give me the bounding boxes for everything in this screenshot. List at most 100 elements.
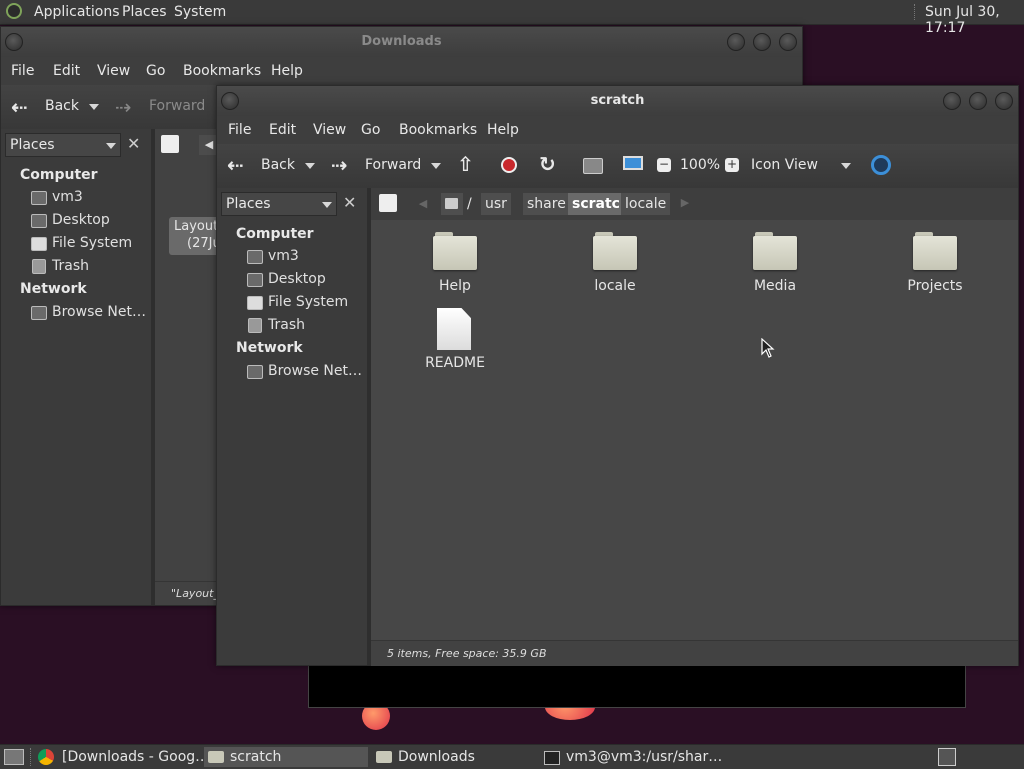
- close-button[interactable]: [779, 33, 797, 51]
- up-arrow-icon[interactable]: ⇧: [457, 152, 474, 176]
- back-button[interactable]: Back: [45, 98, 79, 114]
- file-name-locale[interactable]: locale: [555, 278, 675, 294]
- file-name-projects[interactable]: Projects: [875, 278, 995, 294]
- search-icon[interactable]: [871, 155, 891, 175]
- task-terminal[interactable]: vm3@vm3:/usr/shar…: [540, 747, 722, 767]
- sidebar-item-browse-network[interactable]: Browse Net…: [52, 304, 146, 320]
- task-scratch-active[interactable]: scratch: [204, 747, 368, 767]
- folder-icon[interactable]: [753, 232, 797, 270]
- places-dropdown[interactable]: Places: [221, 192, 337, 216]
- places-dropdown[interactable]: Places: [5, 133, 121, 157]
- computer-icon[interactable]: [623, 156, 643, 170]
- downloads-titlebar[interactable]: Downloads: [1, 27, 802, 57]
- sidebar-item-vm3[interactable]: vm3: [268, 248, 299, 264]
- desktop-icon: [247, 273, 263, 287]
- distro-logo-icon[interactable]: [6, 3, 22, 19]
- sidebar-item-browse-network[interactable]: Browse Net…: [268, 363, 362, 379]
- chevron-down-icon[interactable]: [305, 163, 315, 169]
- folder-icon[interactable]: [593, 232, 637, 270]
- back-arrow-icon[interactable]: ⇠: [11, 95, 28, 119]
- forward-button[interactable]: Forward: [149, 98, 205, 114]
- breadcrumb-left-icon[interactable]: ◀: [415, 194, 431, 214]
- zoom-in-icon[interactable]: +: [725, 158, 739, 172]
- chevron-down-icon[interactable]: [89, 104, 99, 110]
- back-button[interactable]: Back: [261, 157, 295, 173]
- back-arrow-icon[interactable]: ⇠: [227, 153, 244, 177]
- scratch-titlebar[interactable]: scratch: [217, 86, 1018, 116]
- home-icon[interactable]: [583, 158, 603, 174]
- mouse-cursor-icon: [761, 338, 775, 358]
- maximize-button[interactable]: [753, 33, 771, 51]
- trash-icon: [248, 318, 262, 333]
- trash-icon: [32, 259, 46, 274]
- crumb-locale[interactable]: locale: [621, 193, 671, 215]
- sidebar-item-file-system[interactable]: File System: [52, 235, 132, 251]
- view-mode-select[interactable]: Icon View: [751, 157, 818, 173]
- applications-menu[interactable]: Applications: [34, 4, 120, 20]
- sidebar-item-trash[interactable]: Trash: [268, 317, 305, 333]
- edit-location-icon[interactable]: [379, 194, 397, 212]
- clock[interactable]: Sun Jul 30, 17:17: [925, 4, 1024, 36]
- chevron-down-icon[interactable]: [431, 163, 441, 169]
- menu-help[interactable]: Help: [487, 122, 519, 138]
- workspace-switcher-icon[interactable]: [938, 748, 956, 766]
- file-name-help[interactable]: Help: [395, 278, 515, 294]
- crumb-share[interactable]: share: [523, 193, 570, 215]
- edit-location-icon[interactable]: [161, 135, 179, 153]
- show-desktop-icon[interactable]: [4, 749, 24, 765]
- reload-icon[interactable]: ↻: [539, 152, 556, 176]
- menu-bookmarks[interactable]: Bookmarks: [399, 122, 477, 138]
- minimize-button[interactable]: [943, 92, 961, 110]
- terminal-window-background[interactable]: [308, 660, 966, 708]
- task-downloads[interactable]: Downloads: [372, 747, 536, 767]
- downloads-sidebar: Places ✕ Computer vm3 Desktop File Syste…: [1, 129, 151, 605]
- file-name-media[interactable]: Media: [715, 278, 835, 294]
- forward-arrow-icon[interactable]: ⇢: [115, 95, 132, 119]
- breadcrumb-right-icon[interactable]: ▶: [677, 193, 693, 213]
- menu-file[interactable]: File: [11, 63, 34, 79]
- chevron-down-icon[interactable]: [841, 163, 851, 169]
- maximize-button[interactable]: [969, 92, 987, 110]
- menu-edit[interactable]: Edit: [269, 122, 296, 138]
- minimize-button[interactable]: [727, 33, 745, 51]
- menu-go[interactable]: Go: [146, 63, 165, 79]
- close-sidebar-icon[interactable]: ✕: [343, 193, 356, 212]
- crumb-usr[interactable]: usr: [481, 193, 511, 215]
- forward-button[interactable]: Forward: [365, 157, 421, 173]
- root-crumb[interactable]: [441, 193, 463, 215]
- crumb-root[interactable]: /: [463, 193, 476, 215]
- file-item-layout[interactable]: Layout_ (27Ju: [169, 217, 225, 255]
- menu-file[interactable]: File: [228, 122, 251, 138]
- sidebar-item-file-system[interactable]: File System: [268, 294, 348, 310]
- task-downloads-chrome[interactable]: [Downloads - Goog…: [36, 747, 209, 767]
- menu-view[interactable]: View: [313, 122, 346, 138]
- folder-icon[interactable]: [433, 232, 477, 270]
- places-menu[interactable]: Places: [122, 4, 167, 20]
- drive-icon: [31, 237, 47, 251]
- zoom-out-icon[interactable]: −: [657, 158, 671, 172]
- folder-icon: [376, 751, 392, 763]
- sidebar-item-desktop[interactable]: Desktop: [268, 271, 326, 287]
- chrome-icon: [38, 749, 54, 765]
- menu-go[interactable]: Go: [361, 122, 380, 138]
- sidebar-item-desktop[interactable]: Desktop: [52, 212, 110, 228]
- system-menu[interactable]: System: [174, 4, 226, 20]
- menu-view[interactable]: View: [97, 63, 130, 79]
- menu-edit[interactable]: Edit: [53, 63, 80, 79]
- sidebar-item-trash[interactable]: Trash: [52, 258, 89, 274]
- scratch-window[interactable]: scratch File Edit View Go Bookmarks Help…: [216, 85, 1019, 666]
- chevron-down-icon: [106, 143, 116, 149]
- menu-bookmarks[interactable]: Bookmarks: [183, 63, 261, 79]
- task-label: scratch: [230, 749, 282, 765]
- menu-help[interactable]: Help: [271, 63, 303, 79]
- folder-icon[interactable]: [913, 232, 957, 270]
- icon-view[interactable]: Help locale Media Projects README: [371, 220, 1018, 640]
- close-sidebar-icon[interactable]: ✕: [127, 134, 140, 153]
- forward-arrow-icon[interactable]: ⇢: [331, 153, 348, 177]
- close-button[interactable]: [995, 92, 1013, 110]
- stop-icon[interactable]: [501, 157, 517, 173]
- text-file-icon[interactable]: [437, 308, 471, 350]
- zoom-level[interactable]: 100%: [680, 157, 720, 173]
- file-name-readme[interactable]: README: [395, 355, 515, 371]
- sidebar-item-vm3[interactable]: vm3: [52, 189, 83, 205]
